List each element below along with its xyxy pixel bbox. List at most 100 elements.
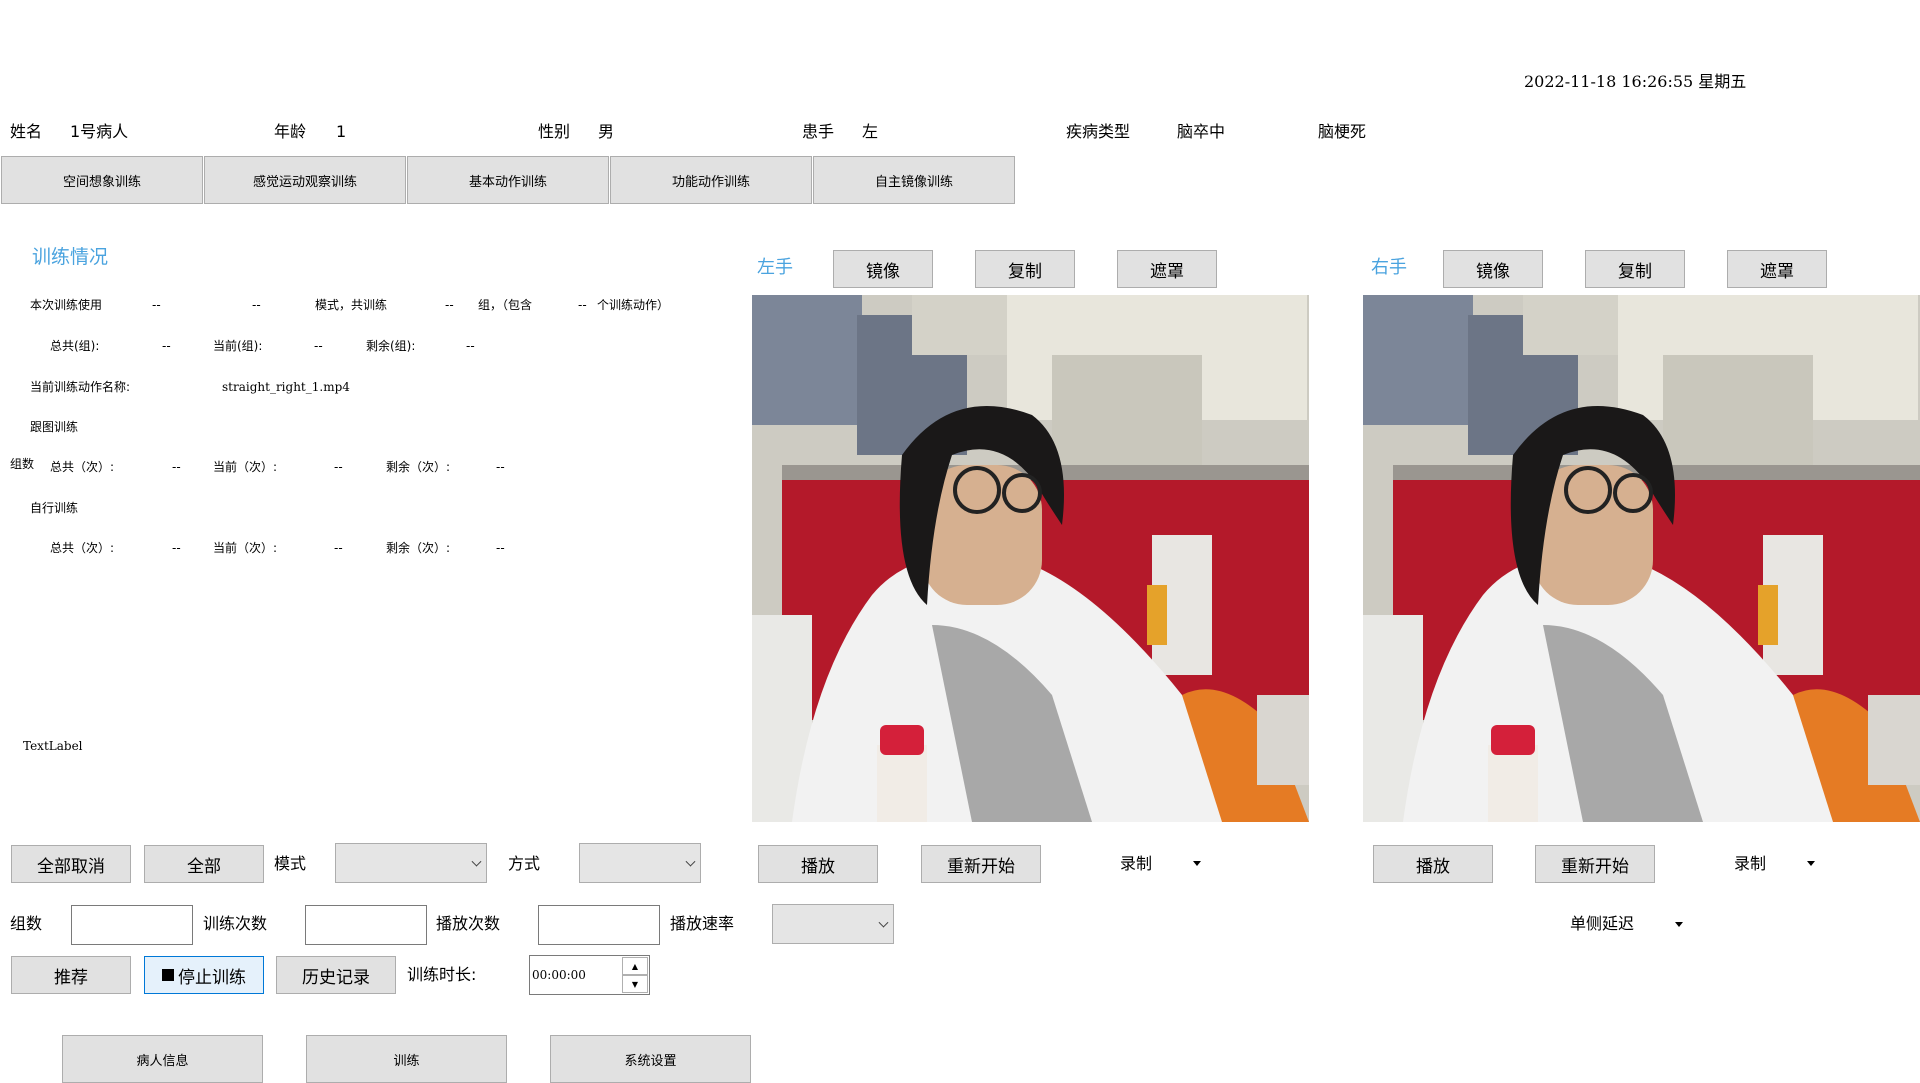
stop-icon (162, 969, 174, 981)
name-label: 姓名 (10, 122, 43, 141)
spin-up-icon[interactable]: ▲ (622, 957, 648, 975)
nav-training[interactable]: 训练 (306, 1035, 507, 1083)
chevron-down-icon (685, 856, 696, 867)
groups-label: 组数 (10, 914, 43, 933)
method-label: 方式 (508, 854, 541, 873)
right-mirror-button[interactable]: 镜像 (1443, 250, 1543, 288)
camera-frame-image (752, 295, 1309, 822)
follow-total-label: 总共（次）: (50, 460, 115, 474)
disease-subtype: 脑梗死 (1318, 122, 1367, 141)
left-mask-button[interactable]: 遮罩 (1117, 250, 1217, 288)
follow-remain-value: -- (496, 460, 505, 474)
left-record-dropdown[interactable]: 录制 (1120, 854, 1152, 874)
follow-current-value: -- (334, 460, 343, 474)
left-hand-title: 左手 (757, 257, 793, 278)
self-current-label: 当前（次）: (213, 541, 278, 555)
hand-label: 患手 (802, 122, 835, 141)
groups-current-value: -- (314, 339, 323, 353)
mode-select[interactable] (335, 843, 487, 883)
mode-label: 模式 (274, 854, 307, 873)
self-training-label: 自行训练 (30, 501, 79, 515)
play-rate-label: 播放速率 (670, 914, 735, 933)
gender-label: 性别 (538, 122, 571, 141)
session-prefix: 本次训练使用 (30, 298, 103, 312)
nav-system-settings[interactable]: 系统设置 (550, 1035, 751, 1083)
follow-current-label: 当前（次）: (213, 460, 278, 474)
follow-total-value: -- (172, 460, 181, 474)
left-mirror-button[interactable]: 镜像 (833, 250, 933, 288)
spin-down-icon[interactable]: ▼ (622, 975, 648, 993)
age-label: 年龄 (274, 122, 307, 141)
camera-frame-image (1363, 295, 1920, 822)
select-all-button[interactable]: 全部 (144, 845, 264, 883)
self-total-value: -- (172, 541, 181, 555)
recommend-button[interactable]: 推荐 (11, 956, 131, 994)
left-copy-button[interactable]: 复制 (975, 250, 1075, 288)
chevron-down-icon (878, 917, 889, 928)
dropdown-arrow-icon[interactable] (1675, 922, 1683, 927)
tab-functional-action[interactable]: 功能动作训练 (610, 156, 812, 204)
left-play-button[interactable]: 播放 (758, 845, 878, 883)
follow-remain-label: 剩余（次）: (386, 460, 451, 474)
method-select[interactable] (579, 843, 701, 883)
right-hand-title: 右手 (1371, 257, 1407, 278)
groups-current-label: 当前(组): (213, 339, 263, 353)
train-count-label: 训练次数 (203, 914, 268, 933)
stop-training-button[interactable]: 停止训练 (144, 956, 264, 994)
disease-label: 疾病类型 (1066, 122, 1131, 141)
history-button[interactable]: 历史记录 (276, 956, 396, 994)
stop-training-label: 停止训练 (178, 967, 246, 988)
session-value-2: -- (252, 298, 261, 312)
follow-training-label: 跟图训练 (30, 420, 79, 434)
training-status-title: 训练情况 (32, 246, 109, 268)
age-value: 1 (336, 122, 347, 141)
group-count-label: 组数 (10, 457, 35, 471)
train-count-input[interactable] (305, 905, 427, 945)
tab-spatial-imagination[interactable]: 空间想象训练 (1, 156, 203, 204)
tab-basic-action[interactable]: 基本动作训练 (407, 156, 609, 204)
right-camera-view (1363, 295, 1920, 822)
play-count-input[interactable] (538, 905, 660, 945)
right-mask-button[interactable]: 遮罩 (1727, 250, 1827, 288)
groups-remain-value: -- (466, 339, 475, 353)
duration-spinbox[interactable]: 00:00:00 ▲ ▼ (529, 955, 650, 995)
cancel-all-button[interactable]: 全部取消 (11, 845, 131, 883)
right-play-button[interactable]: 播放 (1373, 845, 1493, 883)
session-suffix: 个训练动作） (597, 298, 670, 312)
groups-total-value: -- (162, 339, 171, 353)
disease-value: 脑卒中 (1177, 122, 1226, 141)
left-camera-view (752, 295, 1309, 822)
datetime: 2022-11-18 16:26:55 星期五 (1524, 72, 1747, 91)
tab-sensorimotor-observation[interactable]: 感觉运动观察训练 (204, 156, 406, 204)
self-remain-value: -- (496, 541, 505, 555)
play-rate-select[interactable] (772, 904, 894, 944)
self-current-value: -- (334, 541, 343, 555)
action-name-value: straight_right_1.mp4 (222, 380, 350, 394)
self-remain-label: 剩余（次）: (386, 541, 451, 555)
groups-input[interactable] (71, 905, 193, 945)
text-label: TextLabel (23, 739, 83, 753)
groups-remain-label: 剩余(组): (366, 339, 416, 353)
hand-value: 左 (862, 122, 879, 141)
right-copy-button[interactable]: 复制 (1585, 250, 1685, 288)
dropdown-arrow-icon[interactable] (1807, 861, 1815, 866)
duration-value: 00:00:00 (532, 968, 586, 982)
nav-patient-info[interactable]: 病人信息 (62, 1035, 263, 1083)
action-name-label: 当前训练动作名称: (30, 380, 131, 394)
left-restart-button[interactable]: 重新开始 (921, 845, 1041, 883)
session-group-text: 组，（包含 (478, 298, 533, 312)
single-side-delay-dropdown[interactable]: 单侧延迟 (1570, 914, 1634, 934)
right-restart-button[interactable]: 重新开始 (1535, 845, 1655, 883)
right-record-dropdown[interactable]: 录制 (1734, 854, 1766, 874)
dropdown-arrow-icon[interactable] (1193, 861, 1201, 866)
name-value: 1号病人 (70, 122, 129, 141)
session-value-3: -- (445, 298, 454, 312)
tab-self-mirror[interactable]: 自主镜像训练 (813, 156, 1015, 204)
duration-label: 训练时长: (407, 965, 477, 984)
session-mode-text: 模式，共训练 (315, 298, 388, 312)
groups-total-label: 总共(组): (50, 339, 100, 353)
play-count-label: 播放次数 (436, 914, 501, 933)
chevron-down-icon (471, 856, 482, 867)
gender-value: 男 (598, 122, 615, 141)
session-value-4: -- (578, 298, 587, 312)
